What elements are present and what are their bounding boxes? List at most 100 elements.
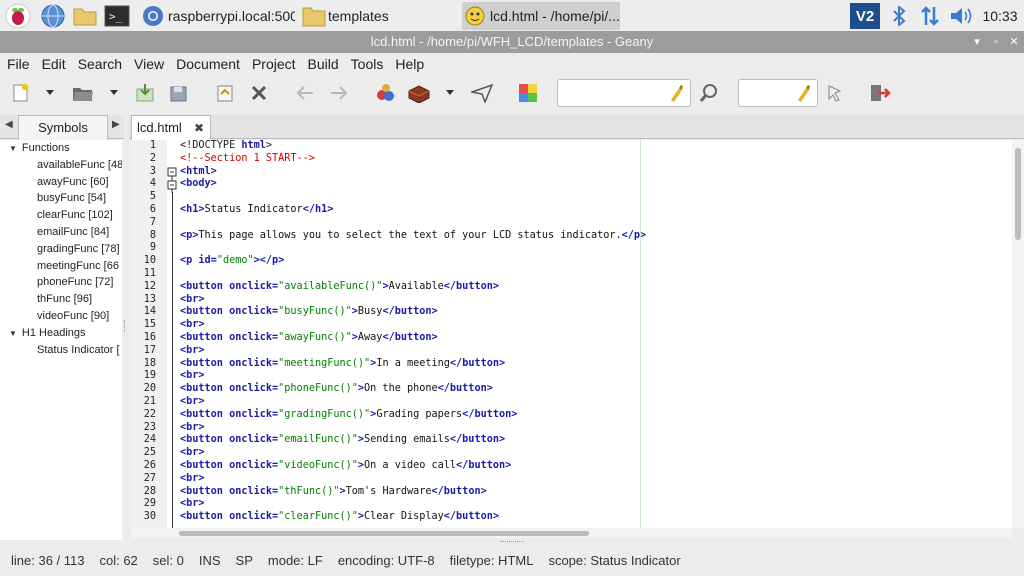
- tree-item[interactable]: busyFunc [54]: [0, 190, 122, 207]
- code-line[interactable]: <button onclick="gradingFunc()">Grading …: [178, 409, 1012, 422]
- vertical-scrollbar-thumb[interactable]: [1015, 148, 1021, 240]
- tree-item[interactable]: Status Indicator [: [0, 342, 122, 359]
- color-chooser-icon[interactable]: [516, 81, 540, 105]
- menu-file[interactable]: File: [2, 53, 35, 75]
- open-file-icon[interactable]: [71, 81, 95, 105]
- code-line[interactable]: <button onclick="meetingFunc()">In a mee…: [178, 358, 1012, 371]
- close-file-icon[interactable]: [247, 81, 271, 105]
- new-file-icon[interactable]: [8, 81, 32, 105]
- goto-line-input[interactable]: [738, 79, 818, 107]
- new-dropdown-icon[interactable]: [46, 90, 54, 95]
- code-line[interactable]: <br>: [178, 473, 1012, 486]
- tree-item[interactable]: meetingFunc [66: [0, 258, 122, 275]
- code-line[interactable]: [178, 268, 1012, 281]
- code-line[interactable]: [178, 242, 1012, 255]
- tree-item[interactable]: availableFunc [48: [0, 157, 122, 174]
- tree-item[interactable]: gradingFunc [78]: [0, 241, 122, 258]
- code-line[interactable]: <br>: [178, 396, 1012, 409]
- revert-icon[interactable]: [213, 81, 237, 105]
- code-line[interactable]: <button onclick="phoneFunc()">On the pho…: [178, 383, 1012, 396]
- task-templates[interactable]: templates: [300, 2, 455, 30]
- tree-item[interactable]: clearFunc [102]: [0, 207, 122, 224]
- horizontal-scrollbar[interactable]: [131, 528, 1012, 538]
- maximize-button[interactable]: ▫: [988, 34, 1004, 50]
- close-tab-icon[interactable]: ✖: [194, 116, 204, 140]
- browser-globe-icon[interactable]: [40, 3, 66, 29]
- tree-item[interactable]: thFunc [96]: [0, 291, 122, 308]
- menu-tools[interactable]: Tools: [346, 53, 389, 75]
- vnc-icon[interactable]: V2: [850, 3, 880, 29]
- menu-project[interactable]: Project: [247, 53, 301, 75]
- forward-icon[interactable]: [327, 81, 351, 105]
- code-line[interactable]: <br>: [178, 447, 1012, 460]
- code-line[interactable]: <h1>Status Indicator</h1>: [178, 204, 1012, 217]
- volume-icon[interactable]: [948, 3, 974, 29]
- file-manager-icon[interactable]: [72, 3, 98, 29]
- tree-item[interactable]: awayFunc [60]: [0, 174, 122, 191]
- goto-line-icon[interactable]: [823, 81, 847, 105]
- back-icon[interactable]: [293, 81, 317, 105]
- code-line[interactable]: <p id="demo"></p>: [178, 255, 1012, 268]
- code-line[interactable]: <!--Section 1 START-->: [178, 153, 1012, 166]
- code-line[interactable]: <br>: [178, 498, 1012, 511]
- close-button[interactable]: ✕: [1006, 34, 1022, 50]
- pane-resize-handle[interactable]: [500, 541, 524, 543]
- compile-icon[interactable]: [373, 81, 397, 105]
- code-line[interactable]: <button onclick="clearFunc()">Clear Disp…: [178, 511, 1012, 524]
- minimize-button[interactable]: ▾: [969, 34, 985, 50]
- tab-lcd-html[interactable]: lcd.html ✖: [131, 115, 211, 140]
- quit-icon[interactable]: [868, 81, 892, 105]
- terminal-icon[interactable]: >_: [104, 3, 130, 29]
- menu-edit[interactable]: Edit: [37, 53, 71, 75]
- code-line[interactable]: <p>This page allows you to select the te…: [178, 230, 1012, 243]
- sidebar-prev-tab-icon[interactable]: ◀: [5, 119, 13, 130]
- open-dropdown-icon[interactable]: [110, 90, 118, 95]
- code-line[interactable]: <!DOCTYPE html>: [178, 140, 1012, 153]
- menu-search[interactable]: Search: [73, 53, 127, 75]
- search-input[interactable]: [557, 79, 691, 107]
- code-line[interactable]: <br>: [178, 370, 1012, 383]
- code-line[interactable]: [178, 191, 1012, 204]
- build-dropdown-icon[interactable]: [446, 90, 454, 95]
- code-editor[interactable]: <!DOCTYPE html> <!--Section 1 START--> <ht…: [178, 140, 1012, 528]
- run-icon[interactable]: [470, 81, 494, 105]
- fold-marker-icon[interactable]: [167, 166, 178, 180]
- fold-marker-icon[interactable]: [167, 179, 178, 193]
- tree-item[interactable]: videoFunc [90]: [0, 308, 122, 325]
- build-icon[interactable]: [407, 81, 431, 105]
- tab-symbols[interactable]: Symbols: [18, 115, 108, 140]
- menu-build[interactable]: Build: [303, 53, 344, 75]
- window-titlebar[interactable]: lcd.html - /home/pi/WFH_LCD/templates - …: [0, 31, 1024, 53]
- code-line[interactable]: [178, 217, 1012, 230]
- raspberry-menu-icon[interactable]: [5, 3, 31, 29]
- vertical-scrollbar[interactable]: [1012, 140, 1024, 528]
- save-icon[interactable]: [133, 81, 157, 105]
- clear-search-icon[interactable]: [668, 84, 684, 102]
- find-icon[interactable]: [697, 81, 721, 105]
- code-line[interactable]: <button onclick="videoFunc()">On a video…: [178, 460, 1012, 473]
- code-line[interactable]: <button onclick="busyFunc()">Busy</butto…: [178, 306, 1012, 319]
- clock[interactable]: 10:33: [980, 3, 1020, 29]
- save-all-icon[interactable]: [167, 81, 191, 105]
- code-line[interactable]: <br>: [178, 319, 1012, 332]
- menu-view[interactable]: View: [129, 53, 169, 75]
- code-line[interactable]: <button onclick="awayFunc()">Away</butto…: [178, 332, 1012, 345]
- tree-group-h1-headings[interactable]: ▼ H1 Headings: [0, 325, 122, 342]
- code-line[interactable]: <button onclick="availableFunc()">Availa…: [178, 281, 1012, 294]
- code-line[interactable]: <body>: [178, 178, 1012, 191]
- code-line[interactable]: <button onclick="emailFunc()">Sending em…: [178, 434, 1012, 447]
- code-line[interactable]: <button onclick="thFunc()">Tom's Hardwar…: [178, 486, 1012, 499]
- code-line[interactable]: <br>: [178, 345, 1012, 358]
- code-line[interactable]: <html>: [178, 166, 1012, 179]
- code-line[interactable]: <br>: [178, 294, 1012, 307]
- horizontal-scrollbar-thumb[interactable]: [179, 531, 589, 536]
- expander-down-icon[interactable]: ▼: [9, 144, 17, 153]
- tree-item[interactable]: phoneFunc [72]: [0, 274, 122, 291]
- task-geany[interactable]: lcd.html - /home/pi/...: [462, 2, 620, 30]
- code-line[interactable]: <br>: [178, 422, 1012, 435]
- tree-group-functions[interactable]: ▼ Functions: [0, 140, 122, 157]
- clear-goto-icon[interactable]: [795, 84, 811, 102]
- expander-down-icon[interactable]: ▼: [9, 329, 17, 338]
- bluetooth-icon[interactable]: [889, 3, 909, 29]
- network-icon[interactable]: [918, 3, 942, 29]
